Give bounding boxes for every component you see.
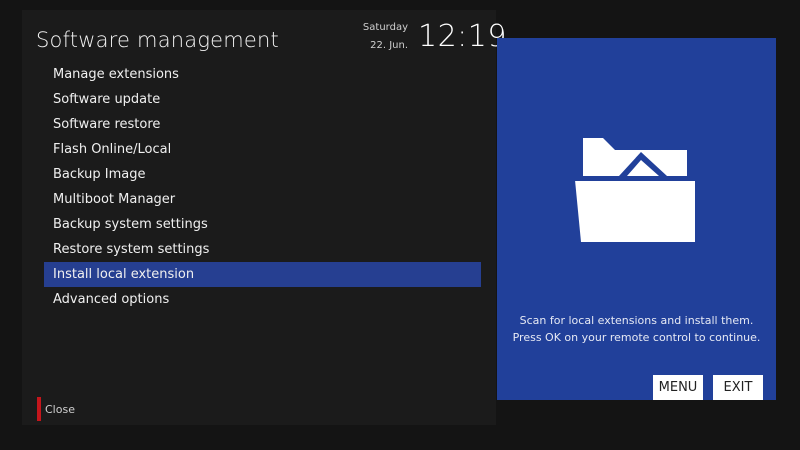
menu-button[interactable]: MENU: [653, 375, 703, 400]
red-key-indicator: [37, 397, 41, 421]
close-hint[interactable]: Close: [37, 397, 75, 421]
software-menu: Manage extensions Software update Softwa…: [44, 62, 481, 312]
menu-item-advanced-options[interactable]: Advanced options: [44, 287, 481, 312]
info-line-2: Press OK on your remote control to conti…: [512, 331, 761, 344]
menu-item-software-update[interactable]: Software update: [44, 87, 481, 112]
clock-date: 22. Jun.: [370, 40, 408, 51]
folder-open-icon: [575, 138, 695, 242]
page-title: Software management: [36, 28, 279, 52]
menu-item-software-restore[interactable]: Software restore: [44, 112, 481, 137]
info-description: Scan for local extensions and install th…: [497, 312, 776, 346]
info-line-1: Scan for local extensions and install th…: [519, 314, 754, 327]
close-label: Close: [45, 402, 75, 416]
clock-day: Saturday: [362, 22, 408, 33]
exit-button[interactable]: EXIT: [713, 375, 763, 400]
menu-item-install-local-extension[interactable]: Install local extension: [44, 262, 481, 287]
menu-item-multiboot-manager[interactable]: Multiboot Manager: [44, 187, 481, 212]
menu-item-backup-image[interactable]: Backup Image: [44, 162, 481, 187]
menu-item-restore-system-settings[interactable]: Restore system settings: [44, 237, 481, 262]
menu-item-backup-system-settings[interactable]: Backup system settings: [44, 212, 481, 237]
menu-item-flash-online-local[interactable]: Flash Online/Local: [44, 137, 481, 162]
menu-item-manage-extensions[interactable]: Manage extensions: [44, 62, 481, 87]
info-panel: Scan for local extensions and install th…: [497, 38, 776, 400]
clock-time: 12:19: [418, 19, 507, 54]
